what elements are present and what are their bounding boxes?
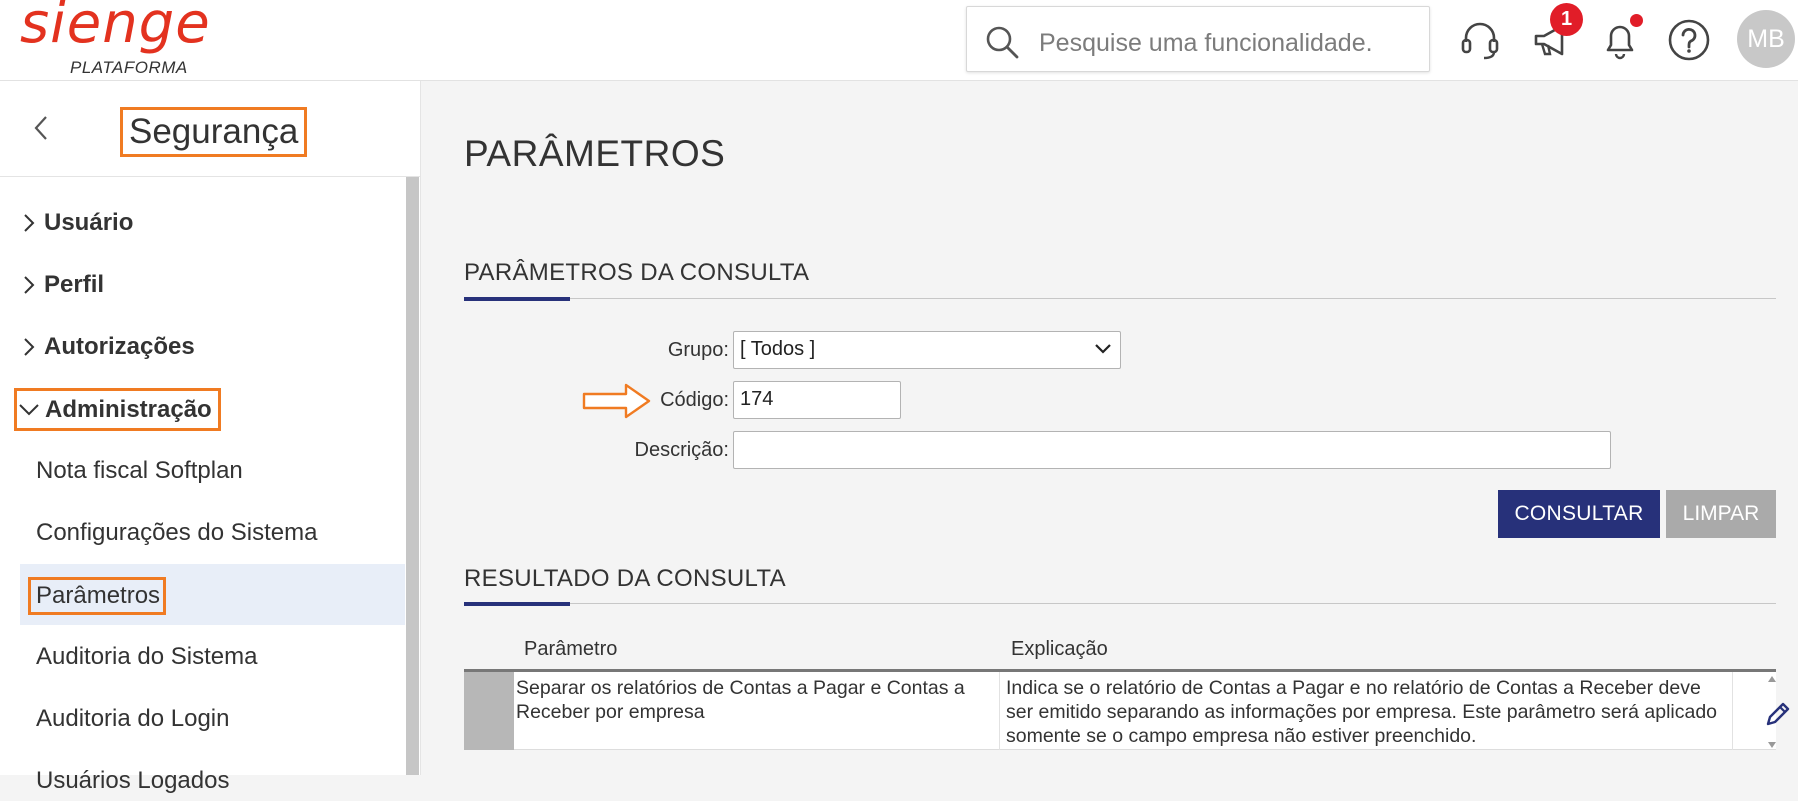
search-input[interactable]: Pesquise uma funcionalidade. (1039, 29, 1373, 58)
sidebar-item-usuarios-logados[interactable]: Usuários Logados (36, 761, 229, 801)
chevron-right-icon (24, 338, 35, 356)
sidebar-item-perfil[interactable]: Perfil (20, 265, 104, 305)
sidebar-item-configuracoes[interactable]: Configurações do Sistema (36, 513, 317, 553)
column-header-parametro[interactable]: Parâmetro (524, 638, 617, 661)
sidebar-item-usuario[interactable]: Usuário (20, 203, 133, 243)
grupo-select[interactable]: [ Todos ] (733, 331, 1121, 369)
sidebar-title: Segurança (120, 107, 308, 157)
sidebar: Segurança Usuário Perfil Autorizações Ad… (0, 81, 421, 794)
table-row[interactable]: Separar os relatórios de Contas a Pagar … (464, 672, 1790, 750)
table-scrollbar[interactable] (1766, 672, 1778, 752)
sidebar-item-auditoria-sistema[interactable]: Auditoria do Sistema (36, 637, 257, 677)
search-icon (986, 26, 1019, 59)
avatar[interactable]: MB (1737, 10, 1795, 68)
sidebar-item-label: Autorizações (44, 333, 195, 360)
cell-explicacao: Indica se o relatório de Contas a Pagar … (1006, 677, 1718, 747)
logo-wordmark: sienge (20, 0, 211, 56)
notification-badge: 1 (1550, 3, 1583, 36)
section-accent (464, 602, 570, 606)
consultar-button[interactable]: CONSULTAR (1498, 490, 1660, 538)
sidebar-item-label: Perfil (44, 271, 105, 298)
cell-divider (999, 672, 1000, 750)
section-accent (464, 297, 570, 301)
query-section-title: PARÂMETROS DA CONSULTA (464, 259, 810, 286)
bell-alert-dot (1630, 14, 1643, 27)
column-header-explicacao[interactable]: Explicação (1011, 638, 1108, 661)
top-header: sienge PLATAFORMA Pesquise uma funcional… (0, 0, 1798, 81)
sidebar-item-nota-fiscal[interactable]: Nota fiscal Softplan (36, 451, 243, 491)
grupo-select-value: [ Todos ] (740, 338, 816, 360)
back-chevron-icon[interactable] (30, 111, 52, 145)
cell-parametro: Separar os relatórios de Contas a Pagar … (516, 677, 965, 723)
divider (464, 298, 1776, 299)
sidebar-item-label: Administração (45, 396, 212, 423)
grupo-label: Grupo: (667, 339, 729, 361)
headset-icon[interactable] (1458, 18, 1502, 62)
codigo-input[interactable]: 174 (733, 381, 901, 419)
descricao-input[interactable] (733, 431, 1611, 469)
row-selector[interactable] (464, 672, 514, 750)
sidebar-item-auditoria-login[interactable]: Auditoria do Login (36, 699, 229, 739)
sidebar-scrollbar[interactable] (406, 177, 419, 775)
sienge-logo[interactable]: sienge PLATAFORMA (20, 0, 220, 80)
logo-subtitle: PLATAFORMA (70, 58, 188, 77)
sidebar-item-administracao[interactable]: Administração (14, 388, 221, 431)
sidebar-item-parametros[interactable]: Parâmetros (28, 577, 167, 615)
descricao-label: Descrição: (634, 439, 729, 461)
chevron-right-icon (24, 276, 35, 294)
sidebar-item-label: Usuário (44, 209, 134, 236)
cell-divider (1732, 672, 1733, 750)
codigo-label: Código: (660, 389, 729, 411)
chevron-down-icon (1095, 344, 1111, 354)
page-title: PARÂMETROS (464, 133, 726, 174)
limpar-button[interactable]: LIMPAR (1666, 490, 1776, 538)
result-section-title: RESULTADO DA CONSULTA (464, 565, 786, 592)
chevron-right-icon (24, 214, 35, 232)
main-content: PARÂMETROS PARÂMETROS DA CONSULTA Grupo:… (422, 81, 1798, 775)
divider (464, 603, 1776, 604)
sidebar-header: Segurança (0, 81, 420, 177)
search-box[interactable]: Pesquise uma funcionalidade. (966, 6, 1430, 72)
sidebar-item-autorizacoes[interactable]: Autorizações (20, 327, 195, 367)
help-icon[interactable] (1667, 18, 1711, 62)
chevron-down-icon (19, 404, 39, 416)
